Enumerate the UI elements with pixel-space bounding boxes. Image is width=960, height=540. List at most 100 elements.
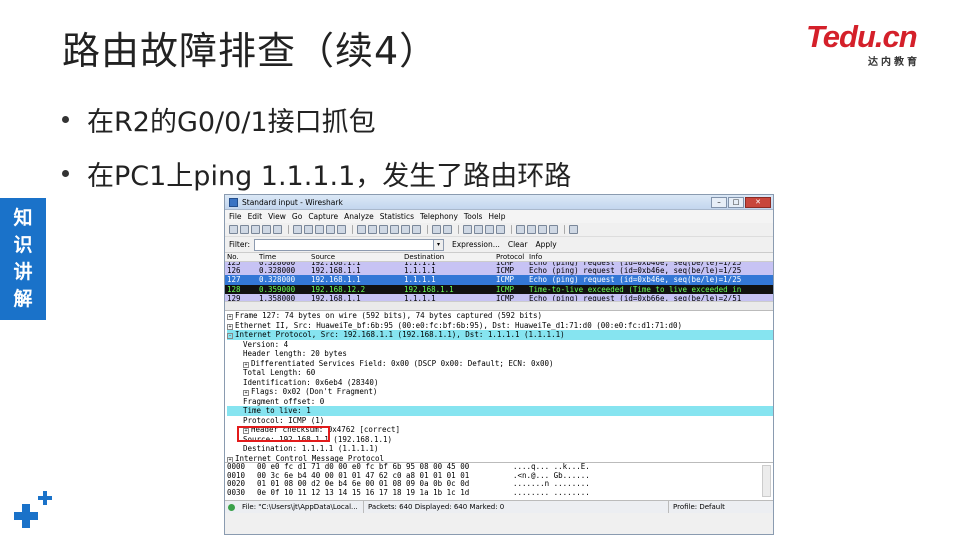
detail-line[interactable]: + Ethernet II, Src: HuaweiTe_bf:6b:95 (00… — [227, 320, 773, 330]
col-destination[interactable]: Destination — [404, 253, 496, 261]
detail-line[interactable]: Version: 4 — [227, 339, 773, 349]
toolbar-separator — [511, 225, 512, 234]
zoom-in-icon[interactable] — [463, 225, 472, 234]
menu-tools[interactable]: Tools — [464, 212, 482, 221]
packet-row[interactable]: 127 0.328000 192.168.1.1 1.1.1.1 ICMP Echo (p… — [225, 275, 773, 285]
menu-go[interactable]: Go — [292, 212, 302, 221]
collapse-icon[interactable]: - — [227, 333, 233, 339]
status-profile[interactable]: Profile: Default — [669, 501, 773, 513]
first-packet-icon[interactable] — [401, 225, 410, 234]
packet-protocol: ICMP — [496, 275, 515, 285]
zoom-out-icon[interactable] — [474, 225, 483, 234]
window-titlebar[interactable]: Standard input - Wireshark – □ ✕ — [225, 195, 773, 210]
slide: 路由故障排查（续4） Tedu.cn 达内教育 在R2的G0/0/1接口抓包 在… — [0, 0, 960, 540]
detail-line[interactable]: Header length: 20 bytes — [227, 349, 773, 359]
filter-input[interactable] — [253, 238, 434, 251]
expression-button[interactable]: Expression... — [452, 240, 500, 249]
print-icon[interactable] — [337, 225, 346, 234]
colorize-icon[interactable] — [432, 225, 441, 234]
detail-line[interactable]: Destination: 1.1.1.1 (1.1.1.1) — [227, 444, 773, 454]
detail-line[interactable]: - Internet Protocol, Src: 192.168.1.1 (19… — [227, 330, 773, 340]
open-file-icon[interactable] — [293, 225, 302, 234]
bullet-item: 在PC1上ping 1.1.1.1，发生了路由环路 — [62, 146, 571, 200]
start-capture-icon[interactable] — [251, 225, 260, 234]
menu-file[interactable]: File — [229, 212, 242, 221]
expert-info-icon[interactable] — [228, 503, 235, 511]
detail-line[interactable]: Identification: 0x6eb4 (28340) — [227, 377, 773, 387]
restart-capture-icon[interactable] — [273, 225, 282, 234]
packet-info: Time-to-live exceeded (Time to live exce… — [529, 284, 742, 294]
packet-row[interactable]: 126 0.328000 192.168.1.1 1.1.1.1 ICMP Echo (p… — [225, 266, 773, 276]
preferences-icon[interactable] — [549, 225, 558, 234]
packet-no: 127 — [227, 275, 241, 285]
expand-icon[interactable]: + — [227, 323, 233, 330]
detail-line[interactable]: Time to live: 1 — [227, 406, 773, 416]
detail-line[interactable]: + Differentiated Services Field: 0x00 (DS… — [227, 358, 773, 368]
save-file-icon[interactable] — [304, 225, 313, 234]
minimize-button[interactable]: – — [711, 196, 727, 208]
stop-capture-icon[interactable] — [262, 225, 271, 234]
filter-dropdown-icon[interactable]: ▾ — [433, 238, 444, 251]
status-file: File: "C:\Users\jt\AppData\Local... — [238, 501, 364, 513]
options-icon[interactable] — [240, 225, 249, 234]
window-title: Standard input - Wireshark — [242, 197, 343, 207]
detail-text: Version: 4 — [243, 339, 289, 349]
horizontal-scrollbar[interactable] — [225, 301, 773, 310]
packet-row[interactable]: 128 0.359000 192.168.12.2 192.168.1.1 ICMP Ti… — [225, 284, 773, 295]
capture-filters-icon[interactable] — [516, 225, 525, 234]
interfaces-icon[interactable] — [229, 225, 238, 234]
reload-icon[interactable] — [326, 225, 335, 234]
packet-list: No. Time Source Destination Protocol Inf… — [225, 253, 773, 311]
side-tab-char: 讲 — [13, 261, 33, 283]
help-icon[interactable] — [569, 225, 578, 234]
col-info[interactable]: Info — [529, 253, 773, 261]
hex-line[interactable]: 0030 0e 0f 10 11 12 13 14 15 16 17 18 19 … — [227, 487, 773, 498]
expand-icon[interactable]: + — [227, 456, 233, 462]
menu-analyze[interactable]: Analyze — [344, 212, 374, 221]
col-source[interactable]: Source — [311, 253, 404, 261]
coloring-rules-icon[interactable] — [538, 225, 547, 234]
menu-view[interactable]: View — [268, 212, 286, 221]
detail-text: Fragment offset: 0 — [243, 396, 325, 406]
hex-offset: 0030 — [227, 487, 246, 497]
detail-line[interactable]: + Frame 127: 74 bytes on wire (592 bits),… — [227, 311, 773, 321]
packet-protocol: ICMP — [496, 284, 515, 294]
toolbar-separator — [458, 225, 459, 234]
menu-capture[interactable]: Capture — [308, 212, 338, 221]
detail-line[interactable]: Fragment offset: 0 — [227, 396, 773, 406]
packet-info: Echo (ping) request (id=0xb46e, seq(be/l… — [529, 275, 742, 285]
last-packet-icon[interactable] — [412, 225, 421, 234]
menu-help[interactable]: Help — [488, 212, 505, 221]
detail-line[interactable]: Protocol: ICMP (1) — [227, 415, 773, 425]
find-packet-icon[interactable] — [357, 225, 366, 234]
menu-edit[interactable]: Edit — [248, 212, 263, 221]
go-back-icon[interactable] — [368, 225, 377, 234]
toolbar-separator — [288, 225, 289, 234]
detail-line[interactable]: + Flags: 0x02 (Don't Fragment) — [227, 387, 773, 397]
close-file-icon[interactable] — [315, 225, 324, 234]
col-no[interactable]: No. — [225, 253, 259, 261]
detail-line[interactable]: Total Length: 60 — [227, 368, 773, 378]
expand-icon[interactable]: + — [243, 390, 249, 396]
close-button[interactable]: ✕ — [745, 196, 771, 208]
display-filters-icon[interactable] — [527, 225, 536, 234]
go-forward-icon[interactable] — [379, 225, 388, 234]
apply-button[interactable]: Apply — [535, 240, 556, 249]
vertical-scrollbar[interactable] — [762, 465, 771, 497]
col-protocol[interactable]: Protocol — [496, 253, 529, 261]
resize-columns-icon[interactable] — [496, 225, 505, 234]
normal-size-icon[interactable] — [485, 225, 494, 234]
wireshark-window: Standard input - Wireshark – □ ✕ File Ed… — [224, 194, 774, 535]
detail-text: Total Length: 60 — [243, 368, 316, 377]
detail-line[interactable]: + Internet Control Message Protocol — [227, 453, 773, 462]
menu-telephony[interactable]: Telephony — [420, 212, 458, 221]
go-to-packet-icon[interactable] — [390, 225, 399, 234]
clear-button[interactable]: Clear — [508, 240, 528, 249]
menu-statistics[interactable]: Statistics — [380, 212, 414, 221]
detail-text: Header length: 20 bytes — [243, 349, 347, 358]
expand-icon[interactable]: + — [227, 314, 233, 320]
expand-icon[interactable]: + — [243, 361, 249, 368]
auto-scroll-icon[interactable] — [443, 225, 452, 234]
col-time[interactable]: Time — [259, 253, 311, 261]
maximize-button[interactable]: □ — [728, 196, 744, 208]
